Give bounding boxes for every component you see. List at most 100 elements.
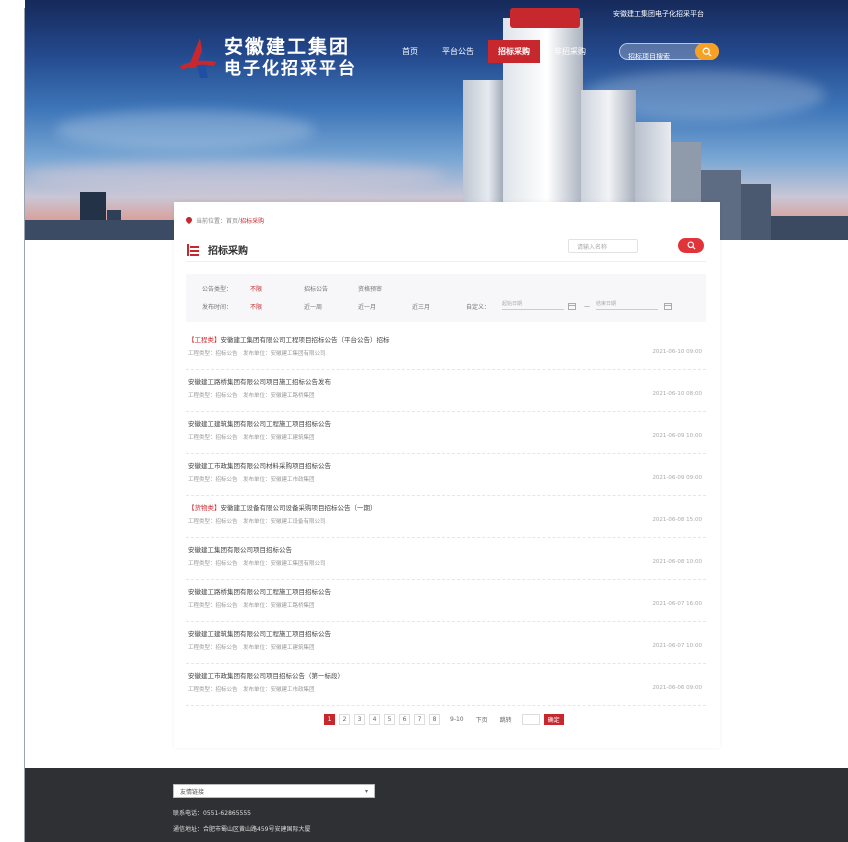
item-title[interactable]: 安徽建工市政集团有限公司项目招标公告（第一标段） [188,672,344,680]
building [771,216,848,240]
item-title[interactable]: 安徽建工建筑集团有限公司工程施工项目招标公告 [188,420,331,428]
section-title: 招标采购 [208,246,248,257]
list-item[interactable]: 安徽建工路桥集团有限公司工程施工项目招标公告 工程类型：招标公告 发布单位：安徽… [186,580,706,622]
top-notice: 安徽建工集团电子化招采平台 [613,10,704,18]
pagination: 1 2 3 4 5 6 7 8 9-10 下页 跳转 确定 [324,714,564,725]
page-go-button[interactable]: 确定 [543,714,564,725]
filter-time-option[interactable]: 近一月 [358,302,376,311]
filter-row-time: 发布时间： 不限 近一周 近一月 近三月 自定义： 起始日期 — 结束日期 [186,300,706,312]
date-range-separator: — [584,302,590,310]
calendar-icon[interactable] [664,302,672,310]
item-date: 2021-06-07 10:00 [652,643,702,649]
footer-address: 通信地址：合肥市蜀山区黄山路459号安建国际大厦 [173,826,311,833]
breadcrumb-home[interactable]: 首页 [226,216,238,225]
filter-type-option[interactable]: 招标公告 [304,284,328,293]
filter-custom-label: 自定义： [466,303,491,311]
item-meta: 工程类型：招标公告 发布单位：安徽建工路桥集团 [188,393,315,399]
item-meta: 工程类型：招标公告 发布单位：安徽建工市政集团 [188,687,315,693]
page-button[interactable]: 5 [384,714,395,725]
filter-type-option[interactable]: 不限 [250,284,262,293]
nav-tender[interactable]: 招标采购 [488,40,540,63]
list-item[interactable]: 安徽建工市政集团有限公司项目招标公告（第一标段） 工程类型：招标公告 发布单位：… [186,664,706,706]
item-date: 2021-06-08 15:00 [652,517,702,523]
calendar-icon[interactable] [568,302,576,310]
item-date: 2021-06-08 10:00 [652,559,702,565]
list-item[interactable]: 【货物类】安徽建工设备有限公司设备采购项目招标公告（一期） 工程类型：招标公告 … [186,496,706,538]
item-meta: 工程类型：招标公告 发布单位：安徽建工市政集团 [188,477,315,483]
item-meta: 工程类型：招标公告 发布单位：安徽建工集团有限公司 [188,351,326,357]
item-title[interactable]: 安徽建工设备有限公司设备采购项目招标公告（一期） [221,504,377,512]
cloud [55,110,315,150]
item-meta: 工程类型：招标公告 发布单位：安徽建工建筑集团 [188,645,315,651]
item-meta: 工程类型：招标公告 发布单位：安徽建工建筑集团 [188,435,315,441]
filter-type-option[interactable]: 资格预审 [358,284,382,293]
page-button[interactable]: 8 [429,714,440,725]
item-tag: 【工程类】 [188,336,221,344]
list-item[interactable]: 安徽建工路桥集团有限公司项目施工招标公告发布 工程类型：招标公告 发布单位：安徽… [186,370,706,412]
tower-sign [510,8,580,28]
header-search [619,43,719,65]
main-nav: 首页 平台公告 招标采购 非招采购 [392,40,600,63]
page-button[interactable]: 4 [369,714,380,725]
cart-icon [187,243,199,256]
nav-home[interactable]: 首页 [392,40,428,63]
item-date: 2021-06-10 08:00 [652,391,702,397]
goto-label: 跳转 [499,717,512,724]
search-input[interactable] [620,50,694,65]
filter-time-label: 发布时间： [202,303,233,311]
nav-non-tender[interactable]: 非招采购 [544,40,596,63]
item-meta: 工程类型：招标公告 发布单位：安徽建工集团有限公司 [188,561,326,567]
filter-search-button[interactable] [678,238,704,253]
frame-left-line [24,8,25,842]
item-title[interactable]: 安徽建工路桥集团有限公司工程施工项目招标公告 [188,588,331,596]
site-logo[interactable]: 安徽建工集团 电子化招采平台 [178,36,357,80]
page-number-input[interactable] [521,714,540,725]
breadcrumb-prefix: 当前位置： [196,218,227,225]
page-button[interactable]: 3 [354,714,365,725]
page-button[interactable]: 1 [324,714,335,725]
page-button[interactable]: 6 [399,714,410,725]
friendly-links-select[interactable]: 友情链接 ▾ [173,784,375,798]
item-title[interactable]: 安徽建工建筑集团有限公司工程施工项目招标公告 [188,630,331,638]
friendly-links-label: 友情链接 [180,789,205,796]
item-title[interactable]: 安徽建工市政集团有限公司材料采购项目招标公告 [188,462,331,470]
end-date-input[interactable]: 结束日期 [596,300,658,310]
item-date: 2021-06-06 09:00 [652,685,702,691]
start-date-input[interactable]: 起始日期 [502,300,564,310]
cloud [25,160,445,190]
next-page-button[interactable]: 下页 [476,715,488,724]
list-item[interactable]: 安徽建工市政集团有限公司材料采购项目招标公告 工程类型：招标公告 发布单位：安徽… [186,454,706,496]
item-title[interactable]: 安徽建工集团有限公司项目招标公告 [188,546,292,554]
item-date: 2021-06-09 10:00 [652,433,702,439]
location-pin-icon [186,217,192,224]
item-title[interactable]: 安徽建工集团有限公司工程项目招标公告（平台公告）招标 [221,336,390,344]
nav-notices[interactable]: 平台公告 [432,40,484,63]
page-button[interactable]: 2 [339,714,350,725]
list-item[interactable]: 安徽建工集团有限公司项目招标公告 工程类型：招标公告 发布单位：安徽建工集团有限… [186,538,706,580]
item-date: 2021-06-10 09:00 [652,349,702,355]
tender-list: 【工程类】安徽建工集团有限公司工程项目招标公告（平台公告）招标 工程类型：招标公… [186,328,706,706]
page-ellipsis[interactable]: 9-10 [450,716,464,723]
site-footer: 友情链接 ▾ 联系电话：0551-62865555 通信地址：合肥市蜀山区黄山路… [25,768,848,842]
chevron-down-icon: ▾ [364,788,368,795]
list-item[interactable]: 安徽建工建筑集团有限公司工程施工项目招标公告 工程类型：招标公告 发布单位：安徽… [186,412,706,454]
filter-time-option[interactable]: 近一周 [304,302,322,311]
item-tag: 【货物类】 [188,504,221,512]
page-button[interactable]: 7 [414,714,425,725]
filter-time-option[interactable]: 近三月 [412,302,430,311]
list-item[interactable]: 安徽建工建筑集团有限公司工程施工项目招标公告 工程类型：招标公告 发布单位：安徽… [186,622,706,664]
item-title[interactable]: 安徽建工路桥集团有限公司项目施工招标公告发布 [188,378,331,386]
filter-time-option[interactable]: 不限 [250,302,262,311]
item-date: 2021-06-07 16:00 [652,601,702,607]
item-meta: 工程类型：招标公告 发布单位：安徽建工设备有限公司 [188,519,326,525]
search-button[interactable] [695,43,719,60]
logo-text: 安徽建工集团 电子化招采平台 [224,36,357,80]
footer-phone: 联系电话：0551-62865555 [173,810,251,817]
item-meta: 工程类型：招标公告 发布单位：安徽建工路桥集团 [188,603,315,609]
item-date: 2021-06-09 09:00 [652,475,702,481]
building [741,184,771,240]
filter-type-label: 公告类型： [202,285,233,293]
keyword-filter-input[interactable]: 请输入名称 [568,239,638,253]
list-item[interactable]: 【工程类】安徽建工集团有限公司工程项目招标公告（平台公告）招标 工程类型：招标公… [186,328,706,370]
search-icon [702,47,712,56]
